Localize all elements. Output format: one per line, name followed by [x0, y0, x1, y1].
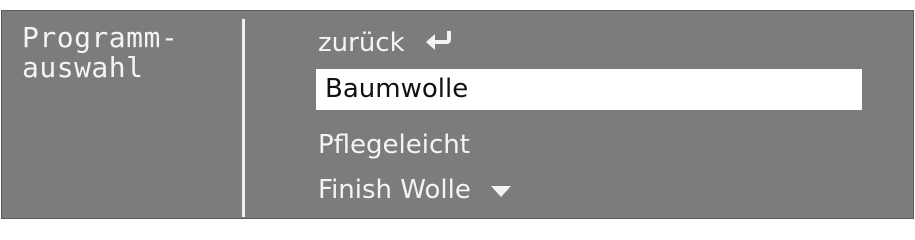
- menu-item-pflegeleicht[interactable]: Pflegeleicht: [318, 127, 470, 163]
- return-arrow-icon: [423, 26, 457, 62]
- menu-item-label: Pflegeleicht: [318, 130, 470, 160]
- menu-item-finish-wolle[interactable]: Finish Wolle: [318, 172, 513, 209]
- back-label: zurück: [318, 28, 405, 58]
- back-menu-item[interactable]: zurück: [318, 25, 457, 62]
- display-panel: Programm- auswahl zurück Baumwolle Pfleg…: [1, 10, 914, 219]
- menu-item-label: Finish Wolle: [318, 175, 471, 205]
- title-line-1: Programm-: [22, 21, 179, 54]
- menu-item-label: Baumwolle: [325, 74, 469, 104]
- triangle-down-icon: [489, 173, 513, 209]
- menu-item-baumwolle[interactable]: Baumwolle: [316, 69, 862, 110]
- vertical-divider: [242, 19, 245, 217]
- title-line-2: auswahl: [22, 51, 144, 84]
- page-title: Programm- auswahl: [22, 23, 178, 83]
